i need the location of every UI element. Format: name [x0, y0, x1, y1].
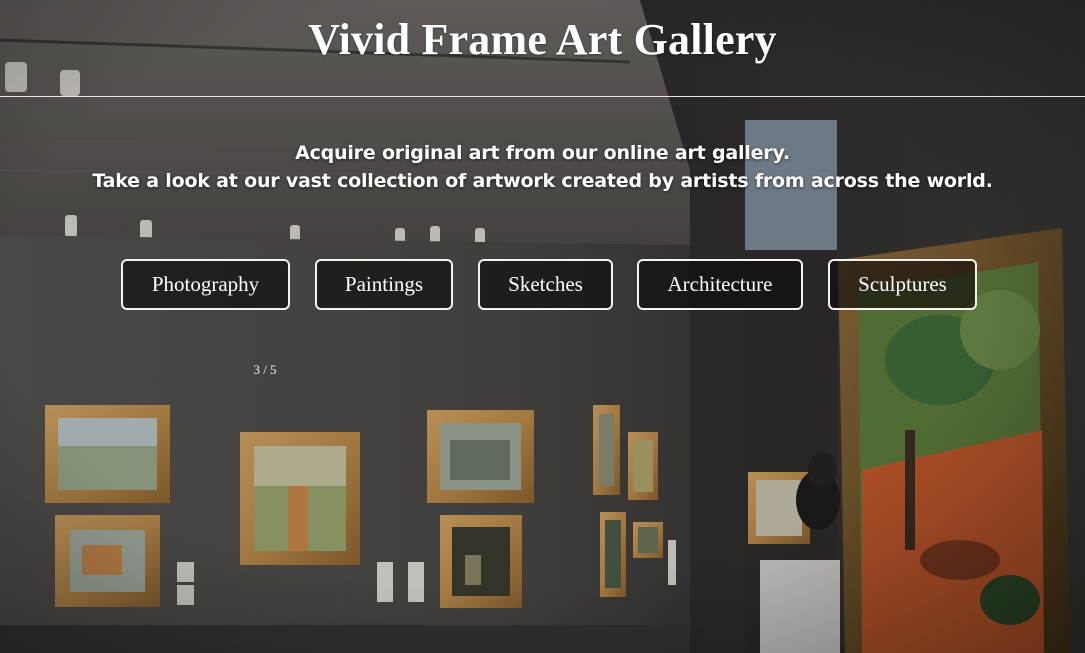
slide-counter: 3 / 5 [253, 362, 277, 377]
site-title: Vivid Frame Art Gallery [308, 15, 777, 64]
category-button-architecture[interactable]: Architecture [637, 259, 803, 310]
page: Vivid Frame Art Gallery Acquire original… [0, 0, 1085, 653]
tagline-line-1: Acquire original art from our online art… [295, 142, 790, 164]
tagline-line-2: Take a look at our vast collection of ar… [92, 170, 993, 192]
category-button-photography[interactable]: Photography [121, 259, 290, 310]
tagline: Acquire original art from our online art… [0, 139, 1085, 195]
header-divider [0, 96, 1085, 97]
slide-background-image [0, 0, 1085, 653]
category-button-paintings[interactable]: Paintings [315, 259, 453, 310]
category-button-sketches[interactable]: Sketches [478, 259, 613, 310]
category-button-sculptures[interactable]: Sculptures [828, 259, 977, 310]
category-nav: Photography Paintings Sketches Architect… [0, 259, 1085, 314]
